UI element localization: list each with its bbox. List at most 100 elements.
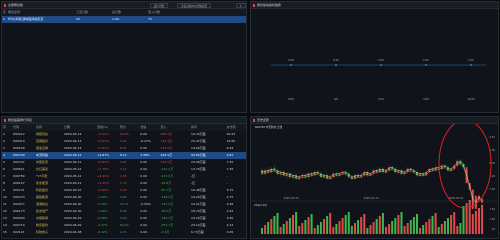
volume-bar <box>378 216 381 234</box>
stock-row[interactable]: 7 000780 *ST平能 2020-05-12 +2.94% 2.45 0.00 -147… <box>2 173 246 180</box>
stock-row[interactable]: 13 600050 中国联通 2020-04-29 -0.96% 5.16 0.00 -162… <box>2 215 246 222</box>
trend-value-label: 0.00 <box>423 58 429 62</box>
kline-chart: 9.879.008.508.007.502020-03-25 2020-04-13… <box>251 124 498 234</box>
volume-title: VOL(5,10) <box>254 203 267 207</box>
volume-bar <box>326 216 329 234</box>
volume-bar <box>437 227 440 234</box>
date-axis-label: 2020-04-13 <box>363 196 378 200</box>
col-header[interactable]: 总市值 <box>225 124 246 131</box>
stock-cell: +3.99% <box>97 132 110 136</box>
stock-cell: 1.72 <box>119 181 127 185</box>
stock-cell: 463.9万 <box>159 152 191 159</box>
stock-cell: 8 <box>3 181 5 185</box>
col-header[interactable]: 换手 <box>190 124 226 131</box>
col-header[interactable]: 涨幅(%) <box>96 124 119 131</box>
stock-row[interactable]: 14 002714 牧原股份 2020-04-29 -2.37% 69.00 0.00 -25… <box>2 222 246 229</box>
volume-bar <box>332 227 335 234</box>
stock-row[interactable]: 6 000521 长虹美菱 2020-05-12 +1.78% 5.14 0.00 -241.… <box>2 166 246 173</box>
col-header[interactable]: 概念名称 <box>7 9 63 16</box>
stock-cell: 卧龙地产 <box>36 209 49 213</box>
stock-cell: 2.12 <box>226 223 234 227</box>
stock-row[interactable]: 11 000977 浪潮信息 2020-04-30 -0.40% 43.11 -0.50% -… <box>2 201 246 208</box>
volume-bar <box>391 221 394 234</box>
stock-cell: 2020-04-30 <box>63 195 82 199</box>
volume-bar <box>279 227 282 234</box>
stock-list-table: 序代码 名称 日期 涨幅(%) 现价 涨速 流入 换手 总市值 1 600212 绿能慧充 2020-… <box>2 124 246 236</box>
col-header[interactable]: 涨入只数 <box>147 9 173 16</box>
volume-bar <box>323 219 325 234</box>
col-header <box>101 9 111 16</box>
volume-bar <box>397 215 400 234</box>
col-header[interactable]: 涨速 <box>139 124 160 131</box>
volume-bar <box>381 213 384 234</box>
stock-list-title-text: 概念股票排行列表 <box>8 118 33 122</box>
selected-concept-pill[interactable]: 平安证券(PA)行情走势 <box>177 3 211 8</box>
stock-row[interactable]: 15 002121 科陆电子 2020-04-28 -0.42% 4.71 0.00 -2.4… <box>2 229 246 236</box>
kline-title-text: 历史走势 <box>257 118 270 122</box>
volume-bar <box>354 223 356 234</box>
concept-board-row[interactable]: 1 华为(鸿蒙)题材股持续走高 24 1.9% 75 <box>2 16 246 23</box>
cell-blank <box>63 16 75 23</box>
stock-cell: -1.80% <box>97 209 108 213</box>
date-axis-label: 2020-03-25 <box>283 196 298 200</box>
filter-pill[interactable]: 返十月份 <box>150 3 169 8</box>
col-header[interactable]: 上涨只数 <box>75 9 101 16</box>
stock-cell: -亿 <box>191 174 196 178</box>
volume-bar <box>338 221 341 234</box>
stock-cell: 8.31 <box>119 146 127 150</box>
volume-bar <box>288 218 291 234</box>
stock-cell: 2020-05-11 <box>63 181 82 185</box>
col-header[interactable]: 名称 <box>35 124 63 131</box>
stock-cell: - <box>226 181 228 185</box>
stock-row[interactable]: 3 600109 国金证券 2020-05-13 +1.85% 8.31 0.00 214.5… <box>2 145 246 152</box>
concept-board-header: 序 概念名称 上涨只数 总只数 涨入只数 <box>2 9 246 16</box>
stock-cell: 0.45 <box>226 230 234 234</box>
stock-row[interactable]: 8 600157 永泰能源 2020-05-11 +1.15% 1.72 0.00 -54.8… <box>2 180 246 187</box>
stock-cell: 0.00 <box>140 223 147 227</box>
stock-cell: 99.65万股 <box>190 152 226 159</box>
stock-cell: 10 <box>3 195 7 199</box>
volume-bar <box>329 213 332 234</box>
col-header[interactable]: 总只数 <box>111 9 137 16</box>
col-header[interactable]: 日期 <box>62 124 97 131</box>
stock-row[interactable]: 10 000723 美锦能源 2020-04-30 -1.00% 4.25 0.00 -148… <box>2 194 246 201</box>
col-header[interactable]: 流入 <box>159 124 191 131</box>
col-header[interactable]: 现价 <box>118 124 140 131</box>
col-header[interactable]: 序 <box>2 124 13 131</box>
stock-cell: 4.71 <box>119 230 127 234</box>
stock-cell: 712.4万 <box>160 139 173 143</box>
col-header[interactable]: 代码 <box>12 124 36 131</box>
volume-bar <box>431 216 434 234</box>
trend-value-label: 0.00 <box>333 58 339 62</box>
stock-cell: 600157 <box>13 181 25 185</box>
volume-bar <box>319 222 322 234</box>
stock-cell: 8.12 <box>118 152 140 159</box>
stock-cell: -0.42% <box>97 230 108 234</box>
stock-cell: 7 <box>3 174 5 178</box>
volume-bar <box>316 225 319 234</box>
volume-bar <box>273 216 276 234</box>
stock-cell: 0.00 <box>140 195 147 199</box>
stock-row[interactable]: 12 600173 卧龙地产 2020-04-30 -1.80% 6.34 0.00 -95.… <box>2 208 246 215</box>
stock-cell: -0.40% <box>97 202 108 206</box>
volume-bar <box>341 218 344 234</box>
volume-bar <box>282 224 285 234</box>
stock-cell: 14 <box>3 223 7 227</box>
stock-row[interactable]: 5 000797 中国武夷 2020-05-11 +4.95% 3.81 0.00 363.5… <box>2 159 246 166</box>
stock-cell: -148.4万 <box>160 195 174 199</box>
volume-bar <box>295 212 298 234</box>
stock-row[interactable]: 2 600019 宝钢股份 2020-05-13 +3.23% 4.40 -0.47% 712… <box>2 138 246 145</box>
stock-cell: 2020-04-30 <box>63 209 82 213</box>
volume-bar <box>434 213 437 234</box>
trend-x-label: 9/6 <box>334 97 339 101</box>
stock-row[interactable]: 1 600212 绿能慧充 2020-05-14 +3.99% 10.03 0.00 465.… <box>2 131 246 138</box>
stock-row[interactable]: 4 600709 中天科技 2020-05-12 +2.67% 8.12 3.28% 463.… <box>2 152 246 159</box>
stock-cell: -254.7万 <box>160 223 174 227</box>
pill-count: 1 <box>236 3 246 8</box>
volume-bar <box>301 223 304 234</box>
cell-blank <box>137 16 147 23</box>
stock-cell: 10.03 <box>119 132 129 136</box>
stock-cell: 科陆电子 <box>36 230 49 234</box>
stock-cell: 0.00 <box>140 132 147 136</box>
stock-row[interactable]: 9 002131 利欧股份 2020-05-07 +4.68% 3.40 0.00 -87.7… <box>2 187 246 194</box>
